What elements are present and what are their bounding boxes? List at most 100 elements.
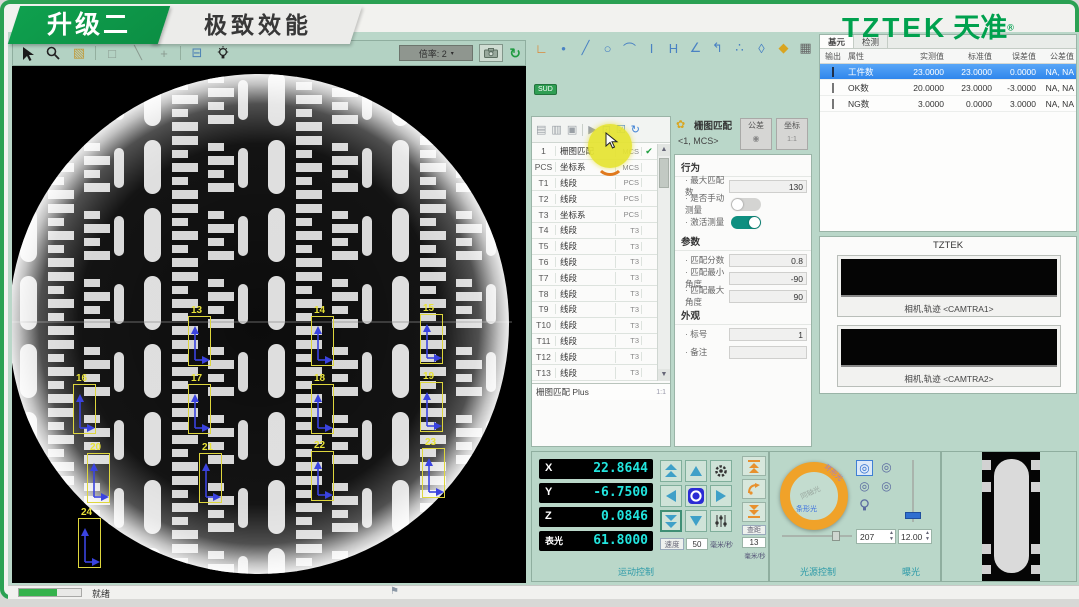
element-row-T13[interactable]: T13线段T3 bbox=[532, 365, 658, 381]
jog-down-fast-button[interactable] bbox=[660, 510, 682, 532]
z-bottom-button[interactable] bbox=[742, 502, 766, 522]
angle-icon[interactable]: ∠ bbox=[688, 40, 703, 56]
element-ref: T3 bbox=[616, 305, 642, 314]
tolerance-button[interactable]: 公差◉ bbox=[740, 118, 772, 150]
camera-viewport[interactable]: 131415161718192021222324 bbox=[12, 66, 526, 583]
element-row-T6[interactable]: T6线段T3 bbox=[532, 255, 658, 271]
coordinate-button[interactable]: 坐标1:1 bbox=[776, 118, 808, 150]
magnification-select[interactable]: 倍率: 2▾ bbox=[399, 45, 473, 61]
arc-icon[interactable]: ⌒ bbox=[622, 39, 637, 58]
element-row-T2[interactable]: T2线段PCS bbox=[532, 191, 658, 207]
param-input[interactable]: 1 bbox=[729, 328, 807, 341]
line-icon[interactable]: ╱ bbox=[578, 40, 593, 56]
jog-up-fast-button[interactable] bbox=[660, 460, 682, 482]
lamp-icon[interactable] bbox=[856, 498, 873, 514]
exposure-spinner[interactable]: 12.00▲▼ bbox=[898, 529, 932, 544]
range-input[interactable]: 13 bbox=[742, 537, 766, 548]
grid-icon[interactable]: ▦ bbox=[798, 40, 813, 56]
jog-settings-button[interactable] bbox=[710, 460, 732, 482]
element-row-T4[interactable]: T4线段T3 bbox=[532, 223, 658, 239]
crosshair-icon[interactable]: + bbox=[154, 44, 174, 62]
distance-icon[interactable]: I bbox=[644, 41, 659, 56]
jog-stop-button[interactable] bbox=[685, 485, 707, 507]
range-button[interactable]: 查距 bbox=[742, 525, 766, 535]
element-row-T11[interactable]: T11线段T3 bbox=[532, 334, 658, 350]
element-row-T10[interactable]: T10线段T3 bbox=[532, 318, 658, 334]
scroll-up-icon[interactable]: ▲ bbox=[658, 144, 670, 156]
element-row-T12[interactable]: T12线段T3 bbox=[532, 349, 658, 365]
scroll-thumb[interactable] bbox=[659, 158, 669, 188]
light-ring-dial[interactable]: 环形光 同轴光 条形光 bbox=[780, 462, 848, 530]
image-tool-icon[interactable]: ▧ bbox=[69, 44, 89, 62]
speed-button[interactable]: 速度 bbox=[660, 538, 684, 550]
z-focus-button[interactable] bbox=[742, 479, 766, 499]
lightbulb-icon[interactable] bbox=[213, 44, 233, 62]
element-row-T3[interactable]: T3坐标系PCS bbox=[532, 207, 658, 223]
jog-up-button[interactable] bbox=[685, 460, 707, 482]
cursor-icon[interactable] bbox=[17, 44, 37, 62]
width-icon[interactable]: H bbox=[666, 41, 681, 56]
refresh-list-icon[interactable]: ↻ bbox=[631, 123, 640, 136]
element-row-T7[interactable]: T7线段T3 bbox=[532, 270, 658, 286]
table-row-NG数[interactable]: NG数3.00000.00003.0000NA, NA bbox=[820, 96, 1076, 112]
element-id: T5 bbox=[532, 241, 556, 251]
light-intensity-spinner[interactable]: 207▲▼ bbox=[856, 529, 896, 544]
element-id: T4 bbox=[532, 225, 556, 235]
light-channel-1-icon[interactable]: ◎ bbox=[856, 460, 873, 476]
element-row-T1[interactable]: T1线段PCS bbox=[532, 176, 658, 192]
element-name: 坐标系 bbox=[556, 209, 616, 221]
element-row-T9[interactable]: T9线段T3 bbox=[532, 302, 658, 318]
slider-handle[interactable] bbox=[832, 531, 840, 541]
import-icon[interactable]: ▤ bbox=[536, 123, 546, 136]
jog-left-button[interactable] bbox=[660, 485, 682, 507]
param-toggle[interactable] bbox=[731, 198, 761, 211]
stage-icon[interactable]: ⊟ bbox=[187, 44, 207, 62]
element-row-T8[interactable]: T8线段T3 bbox=[532, 286, 658, 302]
jog-levels-button[interactable] bbox=[710, 510, 732, 532]
select-rect-icon[interactable]: □ bbox=[102, 44, 122, 62]
table-header: 公差值 bbox=[1036, 51, 1076, 62]
element-list-scrollbar[interactable]: ▲ ▼ bbox=[657, 144, 670, 381]
table-row-OK数[interactable]: OK数20.000023.0000-3.0000NA, NA bbox=[820, 80, 1076, 96]
speed-input[interactable]: 50 bbox=[686, 538, 708, 550]
param-input[interactable] bbox=[729, 346, 807, 359]
output-checkbox[interactable] bbox=[832, 83, 834, 93]
exposure-slider-handle[interactable] bbox=[905, 512, 921, 519]
output-checkbox[interactable] bbox=[832, 99, 834, 109]
light-channel-4-icon[interactable]: ◎ bbox=[878, 479, 895, 495]
eraser-icon[interactable]: ◊ bbox=[754, 41, 769, 56]
camera-thumbnail-2[interactable]: 相机,轨迹 <CAMTRA2> bbox=[837, 325, 1061, 387]
param-toggle[interactable] bbox=[731, 216, 761, 229]
z-top-button[interactable] bbox=[742, 456, 766, 476]
polyline-icon[interactable]: ╲ bbox=[128, 44, 148, 62]
refresh-view-icon[interactable]: ↻ bbox=[509, 45, 521, 62]
params-subtitle: <1, MCS> bbox=[678, 136, 719, 146]
jog-right-button[interactable] bbox=[710, 485, 732, 507]
camera-capture-button[interactable] bbox=[479, 44, 503, 62]
circle-icon[interactable]: ○ bbox=[600, 41, 615, 56]
corner-icon[interactable]: ↰ bbox=[710, 40, 725, 56]
table-row-工件数[interactable]: 工件数23.000023.00000.0000NA, NA bbox=[820, 64, 1076, 80]
param-input[interactable]: -90 bbox=[729, 272, 807, 285]
element-ref: T3 bbox=[616, 352, 642, 361]
light-channel-2-icon[interactable]: ◎ bbox=[878, 460, 895, 476]
save-icon[interactable]: ▣ bbox=[567, 123, 577, 136]
camera-thumbnail-1[interactable]: 相机,轨迹 <CAMTRA1> bbox=[837, 255, 1061, 317]
coordinate-axes-icon[interactable]: ∟ bbox=[534, 41, 549, 56]
param-input[interactable]: 0.8 bbox=[729, 254, 807, 267]
light-intensity-slider[interactable] bbox=[782, 535, 852, 537]
param-input[interactable]: 90 bbox=[729, 290, 807, 303]
point-icon[interactable]: • bbox=[556, 41, 571, 56]
param-input[interactable]: 130 bbox=[729, 180, 807, 193]
palette-icon[interactable]: ◆ bbox=[776, 40, 791, 56]
jog-down-button[interactable] bbox=[685, 510, 707, 532]
scatter-icon[interactable]: ∴ bbox=[732, 40, 747, 56]
light-channel-3-icon[interactable]: ◎ bbox=[856, 479, 873, 495]
element-row-T5[interactable]: T5线段T3 bbox=[532, 239, 658, 255]
output-checkbox[interactable] bbox=[832, 67, 834, 77]
element-check[interactable]: ✔ bbox=[642, 146, 656, 157]
magnifier-icon[interactable] bbox=[43, 44, 63, 62]
exposure-slider[interactable] bbox=[912, 460, 914, 522]
scroll-down-icon[interactable]: ▼ bbox=[658, 369, 670, 381]
export-icon[interactable]: ▥ bbox=[551, 123, 561, 136]
